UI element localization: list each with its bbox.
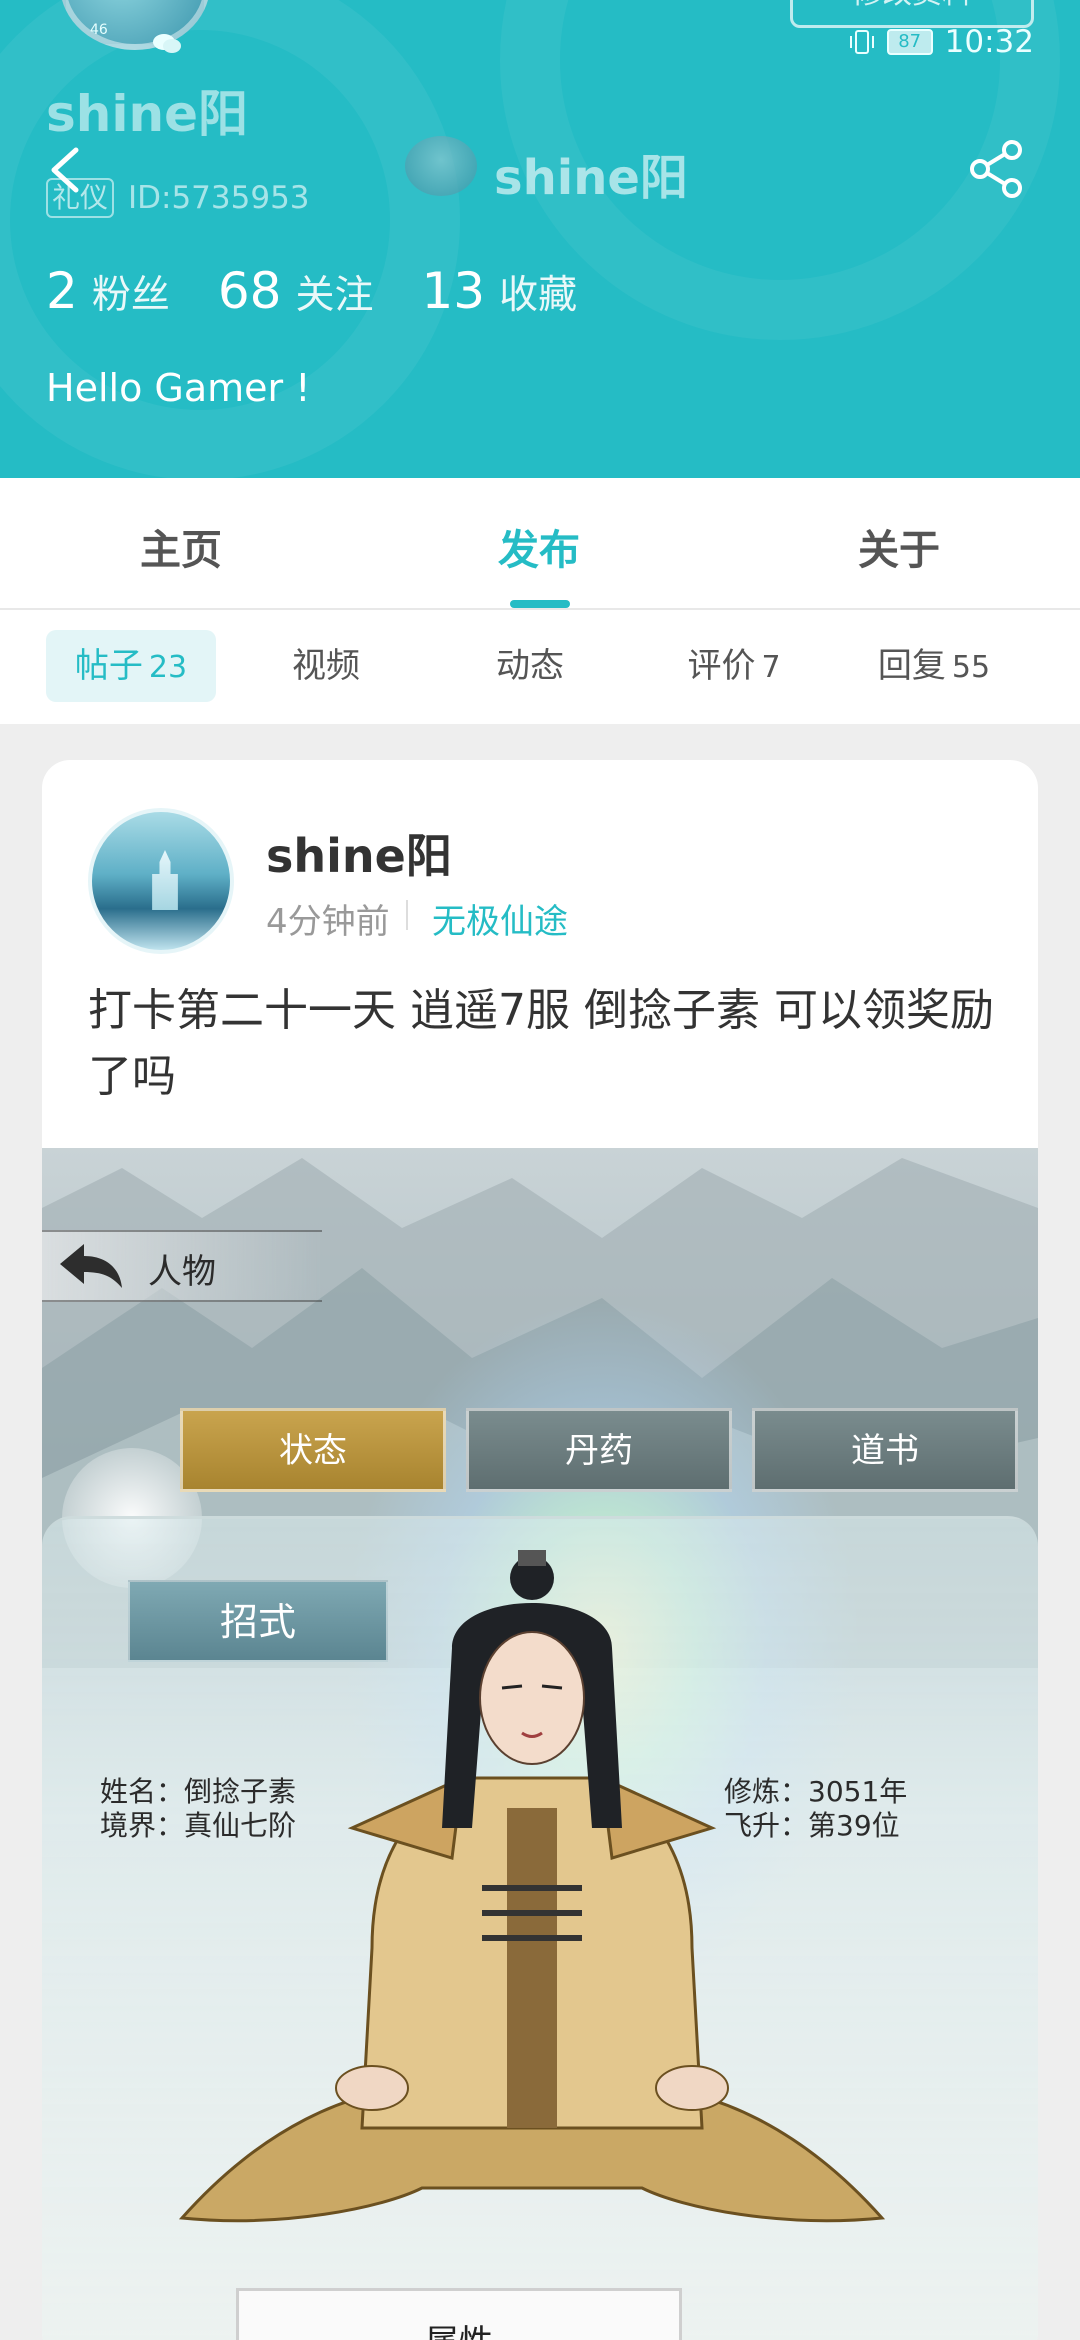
status-bar: 87 10:32 bbox=[849, 22, 1034, 62]
subtab-label: 视频 bbox=[292, 646, 360, 686]
profile-header: 46 修改资料 87 10:32 shine阳 礼仪 ID:5735953 sh… bbox=[0, 0, 1080, 478]
subtab-replies[interactable]: 回复 55 bbox=[864, 630, 1004, 702]
stat-number: 2 bbox=[46, 262, 78, 320]
post-text: 打卡第二十一天 逍遥7服 倒捻子素 可以领奖励了吗 bbox=[88, 985, 994, 1102]
user-tag-badge: 礼仪 bbox=[46, 178, 115, 218]
stat-favorites[interactable]: 13 收藏 bbox=[421, 262, 577, 320]
tab-posts[interactable]: 发布 bbox=[498, 516, 580, 576]
character-ascension-rank: 飞升：第39位 bbox=[724, 1809, 900, 1842]
subtab-reviews[interactable]: 评价 7 bbox=[664, 630, 804, 702]
subtab-count: 55 bbox=[951, 650, 991, 685]
post-card[interactable]: shine阳 4分钟前 无极仙途 打卡第二十一天 逍遥7服 倒捻子素 可以领奖励… bbox=[42, 760, 1038, 2340]
game-back-arrow-icon bbox=[60, 1244, 122, 1288]
post-author-avatar[interactable] bbox=[88, 808, 234, 954]
post-time: 4分钟前 bbox=[266, 902, 390, 942]
stat-number: 13 bbox=[421, 262, 486, 320]
game-skill-button: 招式 bbox=[128, 1580, 388, 1662]
subtab-activity[interactable]: 动态 bbox=[460, 630, 600, 702]
profile-bio: Hello Gamer ! bbox=[46, 366, 311, 410]
wechat-notification-icon bbox=[153, 34, 181, 53]
tab-about[interactable]: 关于 bbox=[858, 516, 940, 576]
stat-label: 收藏 bbox=[499, 273, 578, 318]
stat-label: 粉丝 bbox=[91, 273, 170, 318]
game-screen-title: 人物 bbox=[148, 1252, 216, 1292]
subtab-label: 动态 bbox=[496, 646, 564, 686]
post-author-name[interactable]: shine阳 bbox=[266, 820, 452, 886]
main-tabs: 主页 发布 关于 bbox=[0, 478, 1080, 610]
subtab-label: 帖子 bbox=[74, 646, 143, 686]
stat-label: 关注 bbox=[295, 273, 374, 318]
game-attributes-tab: 属性 bbox=[236, 2288, 682, 2340]
game-title-bar: 人物 bbox=[42, 1230, 322, 1302]
vibrate-icon bbox=[849, 30, 874, 54]
tab-home[interactable]: 主页 bbox=[140, 516, 222, 576]
user-id: ID:5735953 bbox=[128, 180, 310, 216]
profile-username: shine阳 bbox=[46, 85, 249, 143]
mini-avatar bbox=[405, 136, 477, 196]
stat-following[interactable]: 68 关注 bbox=[218, 262, 374, 320]
header-username: shine阳 bbox=[494, 150, 688, 206]
subtab-count: 23 bbox=[148, 650, 188, 685]
subtab-count: 7 bbox=[761, 650, 781, 685]
stat-number: 68 bbox=[217, 262, 282, 320]
subtab-videos[interactable]: 视频 bbox=[256, 630, 396, 702]
sub-tabs: 帖子 23 视频 动态 评价 7 回复 55 bbox=[0, 610, 1080, 724]
game-tab-books: 道书 bbox=[752, 1408, 1018, 1492]
subtab-label: 回复 bbox=[877, 646, 946, 686]
divider bbox=[406, 900, 408, 930]
post-game-link[interactable]: 无极仙途 bbox=[432, 894, 568, 943]
clock: 10:32 bbox=[944, 24, 1034, 60]
profile-stats: 2 粉丝 68 关注 13 收藏 bbox=[46, 262, 625, 320]
game-tab-status: 状态 bbox=[180, 1408, 446, 1492]
network-indicator: 46 bbox=[90, 22, 108, 38]
active-tab-indicator bbox=[510, 600, 570, 608]
share-icon[interactable] bbox=[966, 138, 1028, 200]
subtab-posts[interactable]: 帖子 23 bbox=[46, 630, 216, 702]
stat-followers[interactable]: 2 粉丝 bbox=[46, 262, 170, 320]
game-tab-pills: 丹药 bbox=[466, 1408, 732, 1492]
subtab-label: 评价 bbox=[687, 646, 756, 686]
post-image[interactable]: 人物 状态 丹药 道书 姓名：倒捻子素 境界：真仙七阶 修炼：3051年 飞升：… bbox=[42, 1148, 1038, 2340]
avatar-castle bbox=[152, 850, 178, 910]
battery-icon: 87 bbox=[886, 29, 933, 55]
character-realm: 境界：真仙七阶 bbox=[100, 1809, 297, 1842]
